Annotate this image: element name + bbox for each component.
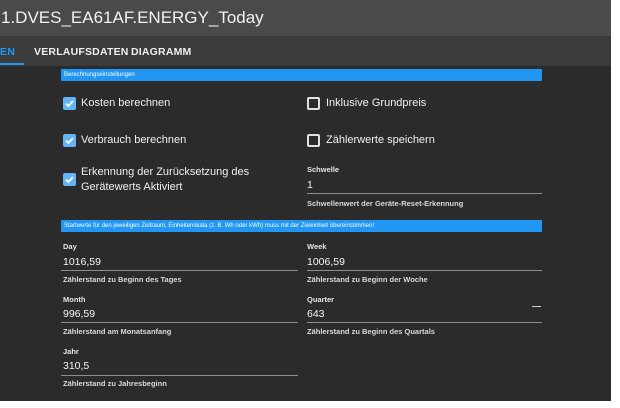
section-header-start-values: Startwerte für den jeweiligen Zeitraum, … [61, 220, 542, 232]
threshold-helper-text: Schwellenwert der Geräte-Reset-Erkennung [307, 199, 464, 208]
settings-content: Berechnungseinstellungen Kosten berechne… [0, 66, 611, 401]
quarter-helper-text: Zählerstand zu Beginn des Quartals [307, 327, 435, 336]
reset-detection-label-line2: Gerätewerts Aktiviert [81, 181, 183, 193]
day-helper-text: Zählerstand zu Beginn des Tages [63, 275, 182, 284]
day-input-underline [61, 270, 298, 271]
quarter-label: Quarter [307, 295, 335, 304]
base-price-checkbox-label: Inklusive Grundpreis [326, 97, 427, 109]
check-icon [65, 137, 74, 145]
tab-history[interactable]: VERLAUFSDATEN [34, 46, 129, 58]
consumption-checkbox[interactable] [63, 134, 76, 147]
threshold-label: Schwelle [307, 165, 340, 174]
reset-detection-checkbox[interactable] [63, 173, 76, 186]
year-helper-text: Zählerstand zu Jahresbeginn [63, 379, 167, 388]
year-input[interactable]: 310,5 [63, 360, 89, 372]
month-helper-text: Zählerstand am Monatsanfang [63, 327, 172, 336]
week-input[interactable]: 1006,59 [307, 256, 345, 268]
tab-chart[interactable]: DIAGRAMM [131, 46, 192, 58]
tab-bar: EN VERLAUFSDATEN DIAGRAMM [0, 36, 611, 66]
year-input-underline [61, 375, 298, 376]
quarter-input[interactable]: 643 [307, 308, 325, 320]
tab-settings[interactable]: EN [0, 46, 15, 58]
week-label: Week [307, 242, 327, 251]
month-input-underline [61, 322, 298, 323]
week-input-underline [307, 270, 542, 271]
day-input[interactable]: 1016,59 [63, 256, 101, 268]
check-icon [65, 100, 74, 108]
base-price-checkbox[interactable] [307, 97, 320, 110]
cost-checkbox-label: Kosten berechnen [81, 97, 171, 109]
year-label: Jahr [63, 347, 79, 356]
month-input[interactable]: 996,59 [63, 308, 95, 320]
threshold-input[interactable]: 1 [307, 179, 313, 191]
month-label: Month [63, 295, 86, 304]
settings-dialog: 1.DVES_EA61AF.ENERGY_Today EN VERLAUFSDA… [0, 0, 611, 401]
check-icon [65, 176, 74, 184]
active-tab-indicator [0, 63, 24, 65]
day-label: Day [63, 242, 77, 251]
section-header-calculation: Berechnungseinstellungen [61, 69, 542, 81]
reset-detection-label-line1: Erkennung der Zurücksetzung des [81, 166, 250, 178]
minus-icon [532, 306, 541, 307]
title-bar: 1.DVES_EA61AF.ENERGY_Today [0, 0, 611, 36]
cost-checkbox[interactable] [63, 97, 76, 110]
save-meter-checkbox-label: Zählerwerte speichern [326, 134, 435, 146]
consumption-checkbox-label: Verbrauch berechnen [81, 134, 187, 146]
week-helper-text: Zählerstand zu Beginn der Woche [307, 275, 428, 284]
threshold-input-underline [307, 193, 542, 194]
quarter-input-underline [307, 322, 542, 323]
window-title: 1.DVES_EA61AF.ENERGY_Today [1, 8, 264, 27]
save-meter-checkbox[interactable] [307, 134, 320, 147]
